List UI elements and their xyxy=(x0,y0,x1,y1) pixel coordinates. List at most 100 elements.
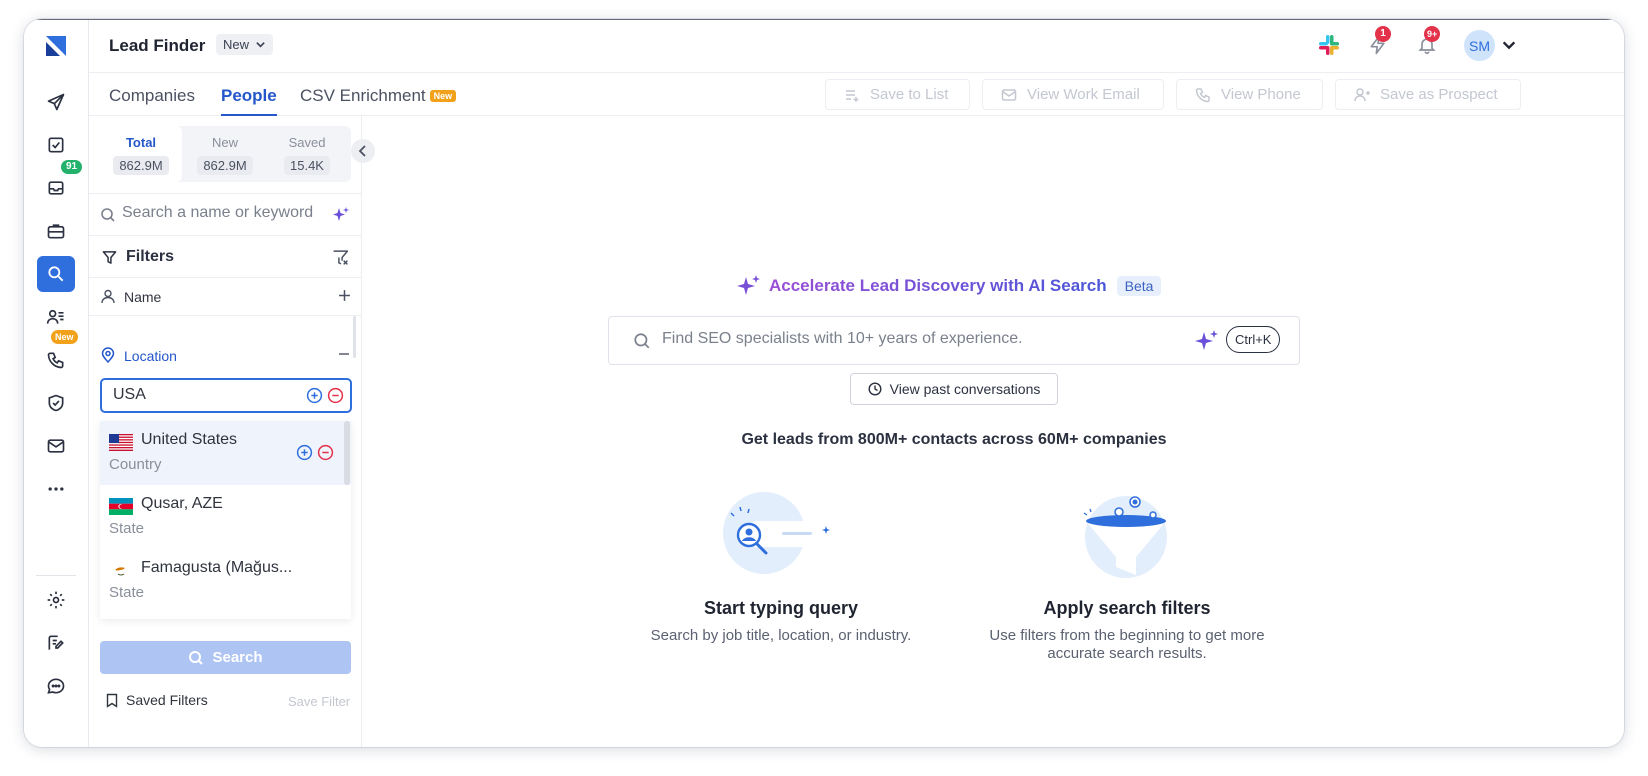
tab-companies[interactable]: Companies xyxy=(109,86,195,106)
notifications-badge: 9+ xyxy=(1424,26,1441,42)
view-past-conversations-button[interactable]: View past conversations xyxy=(850,373,1058,405)
tab-people[interactable]: People xyxy=(221,86,277,106)
suggestion-type: State xyxy=(109,584,145,601)
count-new-value: 862.9M xyxy=(197,156,253,175)
view-work-email-button[interactable]: View Work Email xyxy=(982,79,1164,110)
rail-campaigns[interactable] xyxy=(37,84,75,120)
chevron-left-icon xyxy=(358,145,366,157)
count-total[interactable]: Total 862.9M xyxy=(100,126,182,182)
plus-icon[interactable] xyxy=(338,289,351,302)
briefcase-icon xyxy=(47,224,65,239)
phone-icon xyxy=(47,352,64,369)
phone-icon xyxy=(1195,87,1210,102)
clear-filter-icon[interactable] xyxy=(332,249,349,266)
card-typing-title: Start typing query xyxy=(703,598,859,618)
rail-divider xyxy=(36,575,76,576)
avatar[interactable]: SM xyxy=(1464,30,1495,61)
count-new[interactable]: New 862.9M xyxy=(184,126,266,182)
suggestion-type: Country xyxy=(109,456,162,473)
app-logo[interactable] xyxy=(43,33,69,59)
search-icon xyxy=(634,333,650,349)
keyword-search-input[interactable] xyxy=(122,204,322,222)
leads-summary: Get leads from 800M+ contacts across 60M… xyxy=(741,431,1167,448)
saved-filters-link[interactable]: Saved Filters xyxy=(106,692,208,708)
bookmark-icon xyxy=(106,693,118,708)
exclude-circle-icon[interactable] xyxy=(327,387,344,404)
count-saved-label: Saved xyxy=(288,135,326,150)
rail-lead-finder[interactable] xyxy=(37,256,75,292)
count-saved-value: 15.4K xyxy=(284,156,330,175)
slack-button[interactable] xyxy=(1317,33,1341,57)
search-button-label: Search xyxy=(212,649,263,666)
left-rail: 91 New xyxy=(24,19,89,747)
tab-csv-enrichment[interactable]: CSV Enrichment New xyxy=(300,86,457,106)
inbox-badge: 91 xyxy=(61,160,83,174)
chevron-down-icon xyxy=(256,42,265,48)
rail-deliverability[interactable] xyxy=(37,385,75,421)
chat-icon xyxy=(47,678,65,694)
list-add-icon xyxy=(846,89,859,102)
activity-badge: 1 xyxy=(1375,26,1391,42)
activity-button[interactable]: 1 xyxy=(1366,26,1391,57)
filters-header: Filters xyxy=(89,236,362,278)
rail-deals[interactable] xyxy=(37,213,75,249)
inbox-icon xyxy=(48,181,64,195)
filters-title: Filters xyxy=(126,248,175,265)
beta-badge: Beta xyxy=(1116,276,1162,296)
search-icon xyxy=(189,650,204,665)
view-dropdown-label: New xyxy=(223,37,250,52)
view-past-conversations-label: View past conversations xyxy=(889,381,1041,397)
search-icon xyxy=(101,208,115,222)
ai-sparkle-icon xyxy=(737,275,760,295)
panel-scrollbar[interactable] xyxy=(353,316,356,358)
saved-filters-label: Saved Filters xyxy=(126,692,208,708)
minus-icon[interactable] xyxy=(338,352,350,356)
rail-feedback[interactable] xyxy=(37,625,75,661)
view-phone-button[interactable]: View Phone xyxy=(1176,79,1323,110)
rail-settings[interactable] xyxy=(37,582,75,618)
card-filters-title: Apply search filters xyxy=(1043,598,1211,618)
filter-location[interactable]: Location xyxy=(89,316,362,366)
rail-inbox[interactable]: 91 xyxy=(37,160,83,206)
save-filter-link[interactable]: Save Filter xyxy=(288,694,350,709)
gear-icon xyxy=(47,591,65,609)
ai-search-input[interactable] xyxy=(662,330,1182,348)
card-filters-desc: Use filters from the beginning to get mo… xyxy=(989,627,1265,662)
chevron-down-icon[interactable] xyxy=(1501,37,1517,53)
save-to-list-label: Save to List xyxy=(870,86,949,103)
edit-note-icon xyxy=(48,635,64,650)
rail-calls[interactable]: New xyxy=(37,330,78,378)
search-filters-illustration xyxy=(1083,496,1167,578)
more-dots-icon xyxy=(48,487,64,491)
ai-sparkle-icon[interactable] xyxy=(332,206,350,224)
send-icon xyxy=(47,93,65,111)
azerbaijan-flag-icon xyxy=(109,498,133,515)
save-as-prospect-label: Save as Prospect xyxy=(1380,86,1498,103)
search-button[interactable]: Search xyxy=(100,641,351,674)
collapse-panel-button[interactable] xyxy=(351,139,375,163)
ai-sparkle-icon[interactable] xyxy=(1195,329,1219,353)
mail-icon xyxy=(1001,88,1017,101)
ai-search-box: Ctrl+K xyxy=(608,316,1300,365)
location-input[interactable] xyxy=(113,386,293,404)
keyword-search xyxy=(89,193,362,236)
notifications-button[interactable]: 9+ xyxy=(1415,26,1441,57)
count-saved[interactable]: Saved 15.4K xyxy=(266,126,348,182)
slack-icon xyxy=(1319,35,1339,55)
rail-chat[interactable] xyxy=(37,668,75,704)
suggestion-name: Famagusta (Mağus... xyxy=(141,559,293,576)
include-circle-icon[interactable] xyxy=(306,387,323,404)
suggestion-item[interactable]: Famagusta (Mağus... State xyxy=(100,549,351,613)
typing-query-illustration xyxy=(723,492,840,574)
filter-name[interactable]: Name xyxy=(89,278,362,316)
rail-more[interactable] xyxy=(37,471,75,507)
rail-tasks[interactable] xyxy=(37,127,75,163)
save-as-prospect-button[interactable]: Save as Prospect xyxy=(1335,79,1521,110)
suggestion-item[interactable]: Qusar, AZE State xyxy=(100,485,351,549)
filter-location-label: Location xyxy=(124,348,177,364)
count-tabs: Total 862.9M New 862.9M Saved 15.4K xyxy=(100,126,351,182)
tab-bar: Companies People CSV Enrichment New Save … xyxy=(89,73,1624,116)
new-badge: New xyxy=(429,90,457,102)
view-dropdown[interactable]: New xyxy=(216,34,274,55)
save-to-list-button[interactable]: Save to List xyxy=(825,79,970,110)
